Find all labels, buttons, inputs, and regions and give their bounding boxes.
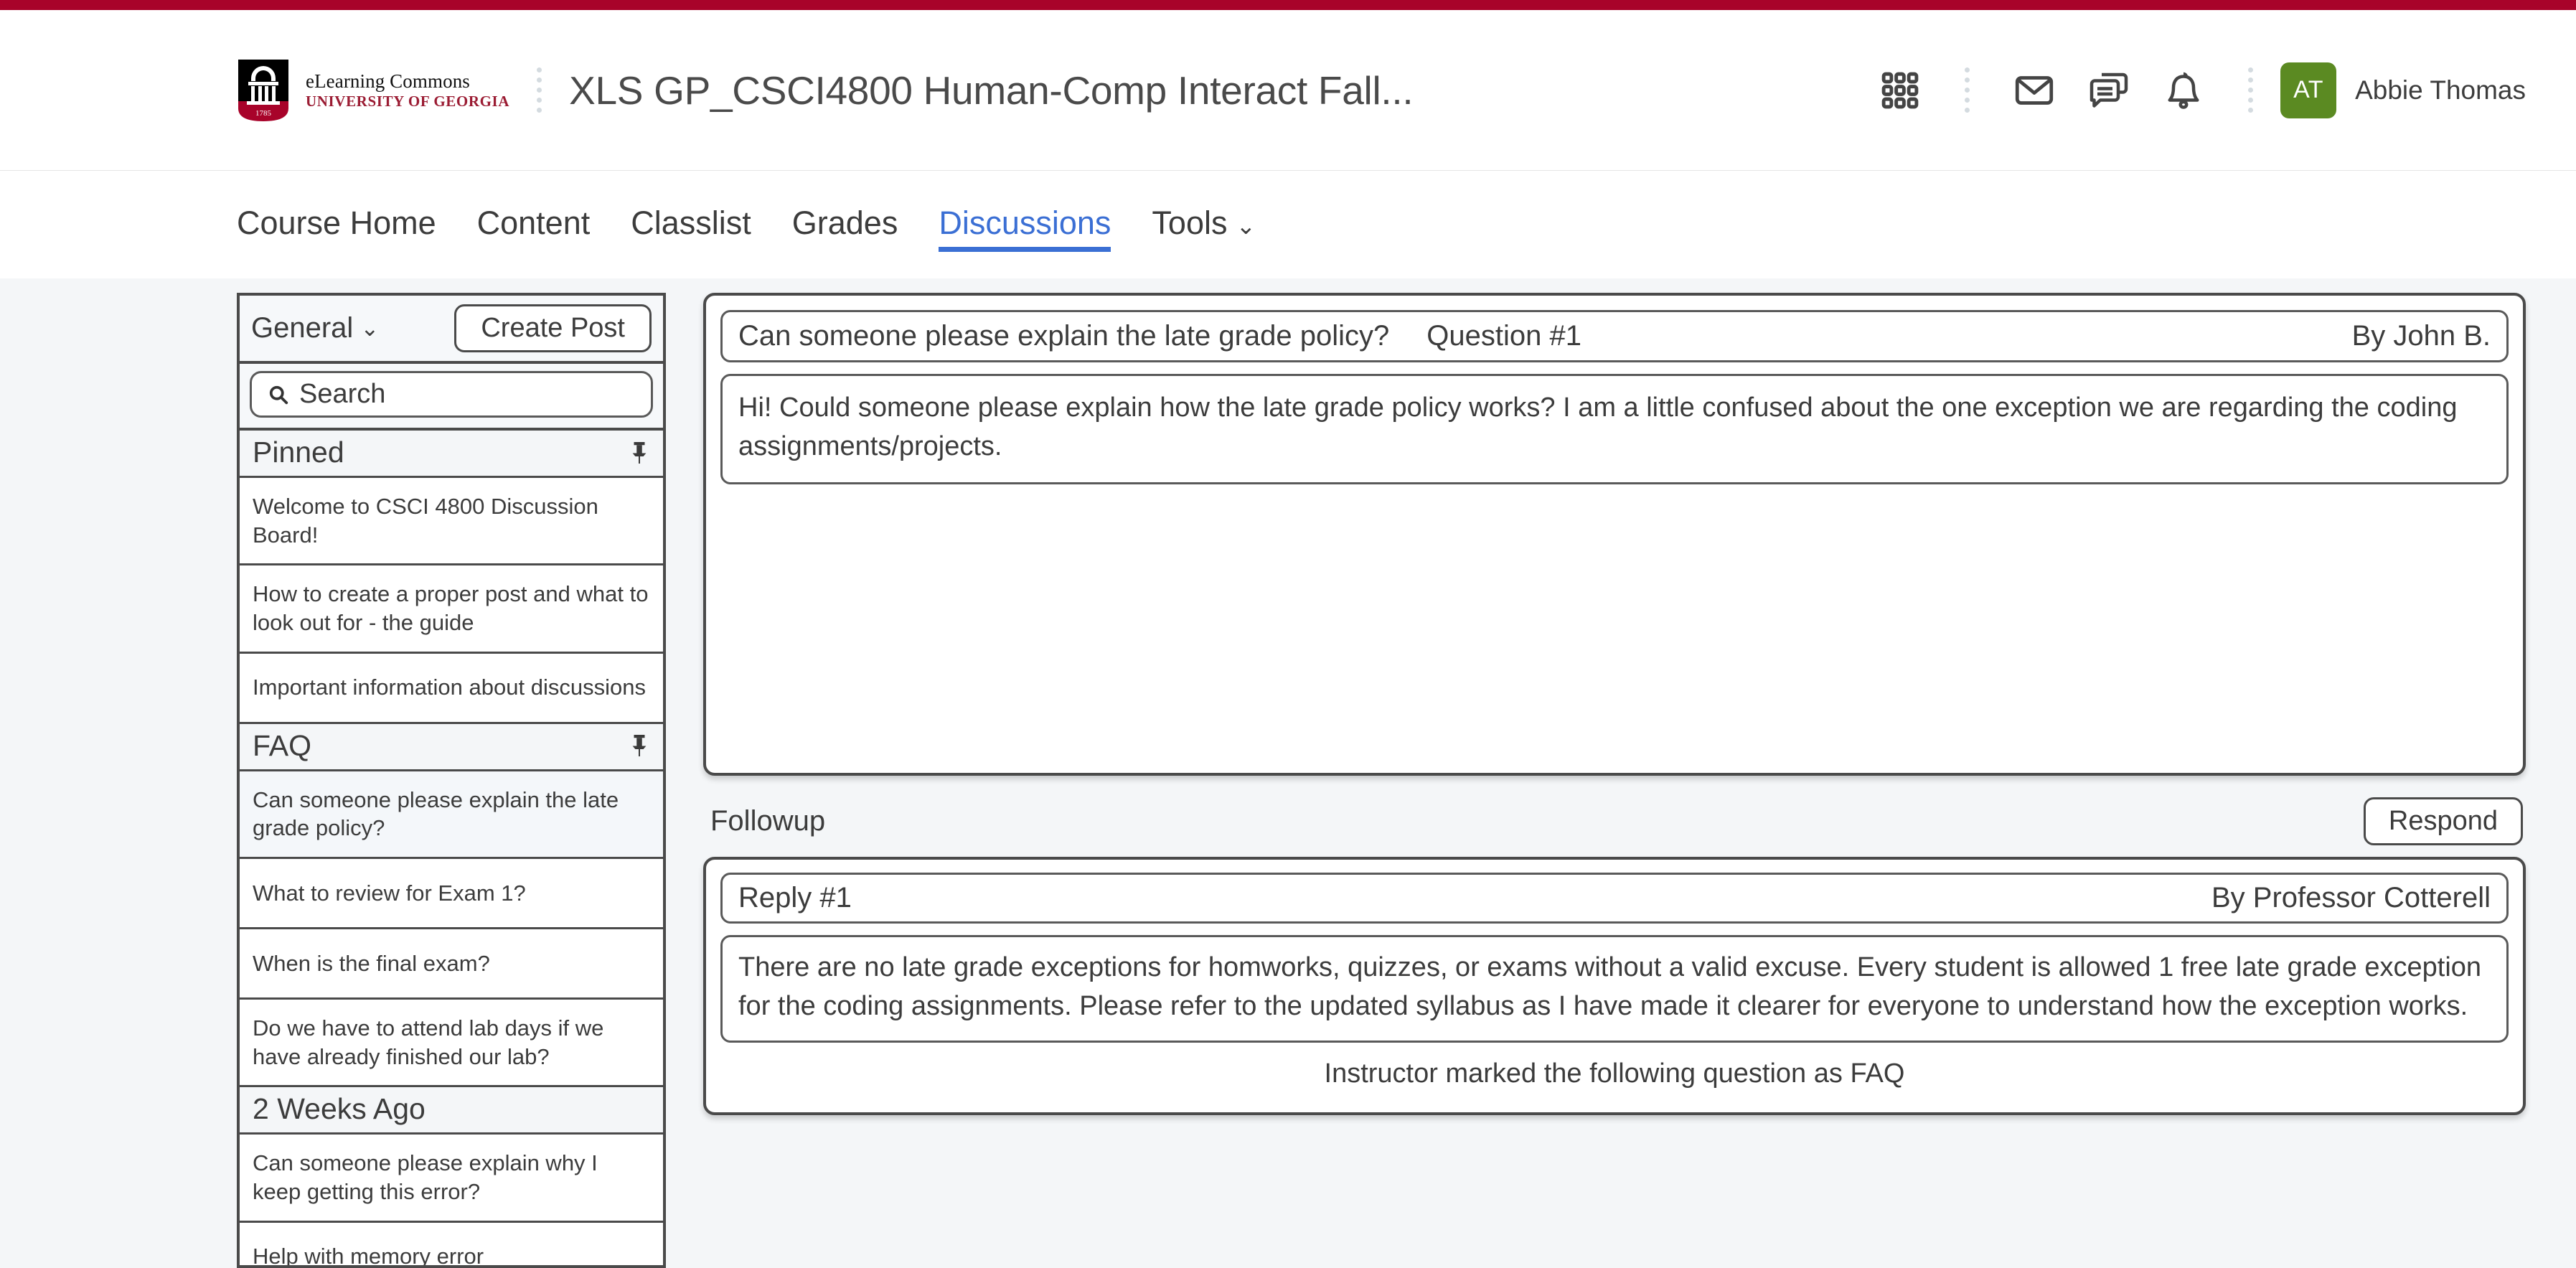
reply-author: By Professor Cotterell	[2211, 881, 2491, 914]
reply-label: Reply #1	[738, 881, 852, 914]
question-header: Can someone please explain the late grad…	[720, 310, 2509, 362]
nav-item-grades[interactable]: Grades	[792, 205, 898, 245]
bell-icon[interactable]	[2146, 53, 2221, 128]
followup-row: Followup Respond	[703, 776, 2526, 857]
page-body: General ⌄ Create Post Pinned	[0, 278, 2576, 1268]
question-title: Can someone please explain the late grad…	[738, 320, 1390, 352]
faq-marked-note: Instructor marked the following question…	[1324, 1058, 1905, 1089]
course-title[interactable]: XLS GP_CSCI4800 Human-Comp Interact Fall…	[569, 67, 1414, 113]
nav-item-course-home[interactable]: Course Home	[237, 205, 436, 245]
pin-icon	[632, 735, 647, 757]
list-item[interactable]: Do we have to attend lab days if we have…	[240, 1000, 663, 1088]
forum-filter-dropdown[interactable]: General ⌄	[251, 312, 379, 344]
discussion-main: Can someone please explain the late grad…	[703, 293, 2526, 1115]
sidebar-group-title: Pinned	[253, 436, 344, 469]
list-item[interactable]: Welcome to CSCI 4800 Discussion Board!	[240, 478, 663, 566]
chevron-down-icon: ⌄	[360, 315, 380, 341]
question-author: By John B.	[2351, 320, 2491, 352]
question-body: Hi! Could someone please explain how the…	[720, 374, 2509, 484]
header-icon-group: AT Abbie Thomas	[1863, 53, 2526, 128]
list-item[interactable]: How to create a proper post and what to …	[240, 565, 663, 654]
list-item[interactable]: Important information about discussions	[240, 653, 663, 724]
sidebar-group-header-2-weeks-ago[interactable]: 2 Weeks Ago	[240, 1087, 663, 1135]
nav-item-discussions[interactable]: Discussions	[939, 205, 1111, 252]
respond-button[interactable]: Respond	[2363, 797, 2523, 845]
sidebar-group-header-faq[interactable]: FAQ	[240, 723, 663, 771]
avatar[interactable]: AT	[2280, 62, 2337, 118]
list-item[interactable]: Help with memory error	[240, 1222, 663, 1265]
sidebar-group-header-pinned[interactable]: Pinned	[240, 431, 663, 478]
reply-card: Reply #1 By Professor Cotterell There ar…	[703, 856, 2526, 1115]
header-divider-dots-3	[2248, 67, 2254, 113]
chevron-down-icon: ⌄	[1236, 212, 1256, 239]
list-item[interactable]: Can someone please explain why I keep ge…	[240, 1135, 663, 1223]
nav-item-tools-label: Tools	[1152, 205, 1228, 241]
sidebar-toolbar: General ⌄ Create Post	[240, 296, 663, 364]
nav-item-content[interactable]: Content	[477, 205, 591, 245]
reply-body: There are no late grade exceptions for h…	[720, 934, 2509, 1043]
svg-text:1785: 1785	[255, 109, 272, 118]
list-item[interactable]: Can someone please explain the late grad…	[240, 771, 663, 860]
chat-bubbles-icon[interactable]	[2072, 53, 2146, 128]
question-header-left: Can someone please explain the late grad…	[738, 320, 1581, 352]
question-body-spacer	[720, 484, 2509, 757]
search-box[interactable]	[250, 371, 653, 418]
nav-item-classlist[interactable]: Classlist	[631, 205, 751, 245]
user-name: Abbie Thomas	[2355, 75, 2526, 105]
question-number: Question #1	[1426, 320, 1581, 352]
global-header: 1785 eLearning Commons UNIVERSITY OF GEO…	[0, 10, 2576, 171]
sidebar-group-title: 2 Weeks Ago	[253, 1092, 426, 1126]
pin-icon	[632, 441, 647, 464]
search-input[interactable]	[299, 379, 650, 410]
list-item[interactable]: What to review for Exam 1?	[240, 859, 663, 930]
user-menu[interactable]: AT Abbie Thomas	[2280, 62, 2526, 118]
course-nav: Course Home Content Classlist Grades Dis…	[0, 171, 2576, 278]
sidebar-search-row	[240, 364, 663, 431]
forum-filter-label: General	[251, 312, 354, 344]
followup-label: Followup	[710, 804, 826, 837]
sidebar-group-title: FAQ	[253, 728, 312, 762]
uga-arch-logo-icon: 1785	[238, 59, 288, 121]
list-item[interactable]: When is the final exam?	[240, 929, 663, 1000]
nav-item-tools[interactable]: Tools ⌄	[1152, 205, 1256, 245]
envelope-icon[interactable]	[1997, 53, 2072, 128]
create-post-button[interactable]: Create Post	[454, 304, 652, 352]
brand-logo[interactable]: 1785 eLearning Commons UNIVERSITY OF GEO…	[237, 59, 510, 121]
reply-header: Reply #1 By Professor Cotterell	[720, 872, 2509, 924]
top-crimson-bar	[0, 0, 2576, 10]
search-icon	[269, 385, 288, 404]
header-divider-dots	[537, 67, 542, 113]
brand-title: eLearning Commons	[306, 70, 470, 92]
header-divider-dots-2	[1965, 67, 1970, 113]
waffle-grid-icon[interactable]	[1863, 53, 1937, 128]
question-card: Can someone please explain the late grad…	[703, 293, 2526, 776]
discussion-sidebar: General ⌄ Create Post Pinned	[237, 293, 666, 1268]
brand-subtitle: UNIVERSITY OF GEORGIA	[306, 93, 510, 111]
